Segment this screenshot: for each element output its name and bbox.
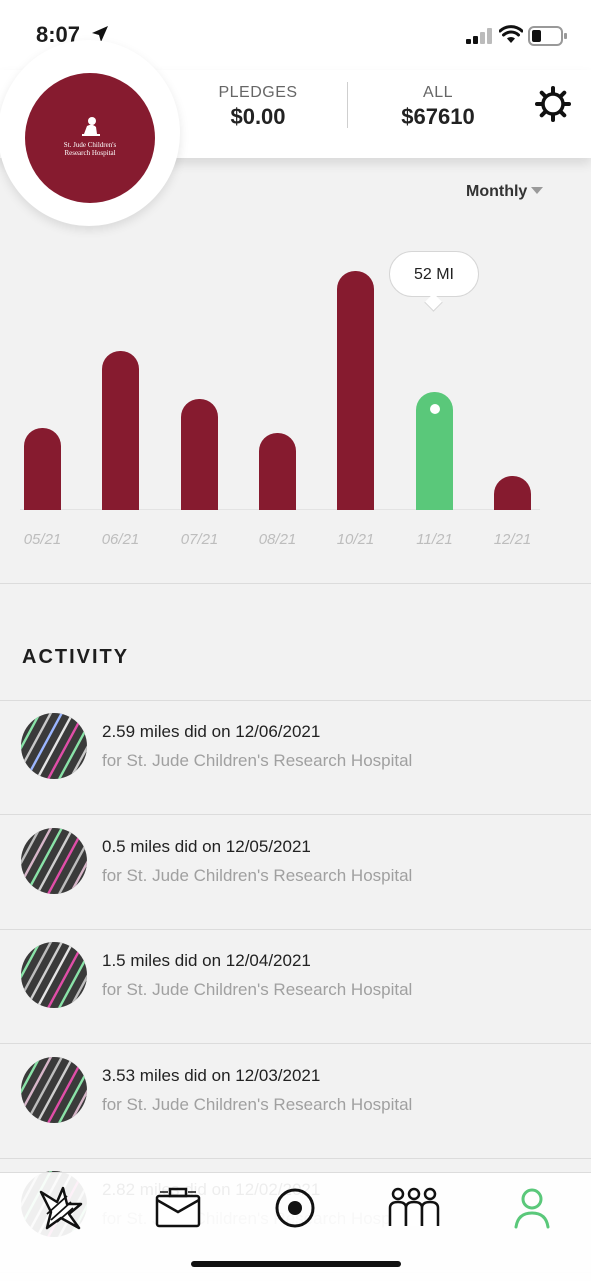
chart-bar-08-21[interactable] <box>259 433 296 510</box>
cellular-signal-icon <box>466 28 492 44</box>
activity-recipient: for St. Jude Children's Research Hospita… <box>102 1094 413 1114</box>
activity-item[interactable]: 3.53 miles did on 12/03/2021 for St. Jude… <box>0 1045 591 1159</box>
chart-bar-10-21[interactable] <box>337 271 374 510</box>
activity-avatar <box>21 1056 87 1123</box>
activity-item[interactable]: 2.59 miles did on 12/06/2021 for St. Jude… <box>0 701 591 815</box>
chart-bar-05-21[interactable] <box>24 428 61 510</box>
chart-tooltip: 52 MI <box>389 251 479 297</box>
all-value: $67610 <box>401 104 475 129</box>
pledges-stat: PLEDGES $0.00 <box>200 84 316 130</box>
team-icon <box>388 1187 440 1226</box>
activity-recipient: for St. Jude Children's Research Hospita… <box>102 980 413 999</box>
x-tick-label: 07/21 <box>180 531 219 548</box>
striped-avatar-icon <box>21 942 87 1008</box>
x-tick-label: 06/21 <box>101 531 140 548</box>
settings-gear-icon[interactable] <box>534 85 572 123</box>
tab-burst[interactable] <box>33 1183 89 1233</box>
pledges-value: $0.00 <box>230 104 286 129</box>
activity-recipient: for St. Jude Children's Research Hospita… <box>102 751 413 770</box>
chart-bar-07-21[interactable] <box>181 399 218 510</box>
logo-text: St. Jude Children's Research Hospital <box>25 141 155 157</box>
selected-bar-marker <box>429 404 440 414</box>
tab-profile[interactable] <box>504 1183 560 1233</box>
activity-item[interactable]: 1.5 miles did on 12/04/2021 for St. Jude … <box>0 930 591 1044</box>
section-divider <box>0 583 591 584</box>
all-stat: ALL $67610 <box>380 84 496 130</box>
x-tick-label: 12/21 <box>493 531 532 548</box>
x-tick-label: 05/21 <box>23 531 62 548</box>
pledges-label: PLEDGES <box>218 84 298 101</box>
activity-recipient: for St. Jude Children's Research Hospita… <box>102 865 413 885</box>
battery-icon <box>528 26 567 46</box>
all-label: ALL <box>423 84 453 101</box>
activity-summary: 2.59 miles did on 12/06/2021 <box>102 722 321 741</box>
chart-bar-06-21[interactable] <box>102 351 139 510</box>
activity-avatar <box>21 713 87 779</box>
striped-avatar-icon <box>21 1056 87 1123</box>
x-tick-label: 11/21 <box>416 531 453 548</box>
x-tick-label: 08/21 <box>258 531 297 548</box>
activity-heading: ACTIVITY <box>22 646 130 668</box>
activity-summary: 3.53 miles did on 12/03/2021 <box>102 1065 321 1085</box>
striped-avatar-icon <box>21 713 87 779</box>
tab-briefcase[interactable] <box>150 1183 206 1233</box>
activity-summary: 0.5 miles did on 12/05/2021 <box>102 836 311 856</box>
activity-item[interactable]: 0.5 miles did on 12/05/2021 for St. Jude … <box>0 816 591 930</box>
activity-avatar <box>21 942 87 1008</box>
wifi-icon <box>499 25 523 43</box>
chart-bar-12-21[interactable] <box>494 476 531 510</box>
striped-avatar-icon <box>21 827 87 894</box>
period-dropdown[interactable]: Monthly <box>466 183 527 201</box>
activity-avatar <box>21 827 87 894</box>
tab-team[interactable] <box>386 1183 442 1233</box>
home-indicator <box>191 1261 401 1267</box>
x-tick-label: 10/21 <box>336 531 375 548</box>
activity-summary: 1.5 miles did on 12/04/2021 <box>102 951 311 970</box>
burst-icon <box>39 1186 83 1230</box>
monthly-miles-chart: 05/21 06/21 07/21 08/21 10/21 11/21 12/21 <box>0 240 591 560</box>
logo-text-line1: St. Jude Children's <box>63 141 117 149</box>
logo-text-line2: Research Hospital <box>64 149 116 157</box>
record-icon <box>275 1188 315 1228</box>
profile-icon <box>514 1188 550 1229</box>
tab-record[interactable] <box>267 1183 323 1233</box>
period-caret-down-icon[interactable] <box>531 187 543 194</box>
briefcase-icon <box>155 1187 201 1228</box>
st-jude-figure-icon <box>82 117 100 136</box>
header-divider <box>347 82 348 128</box>
charity-logo[interactable]: St. Jude Children's Research Hospital <box>25 73 155 203</box>
